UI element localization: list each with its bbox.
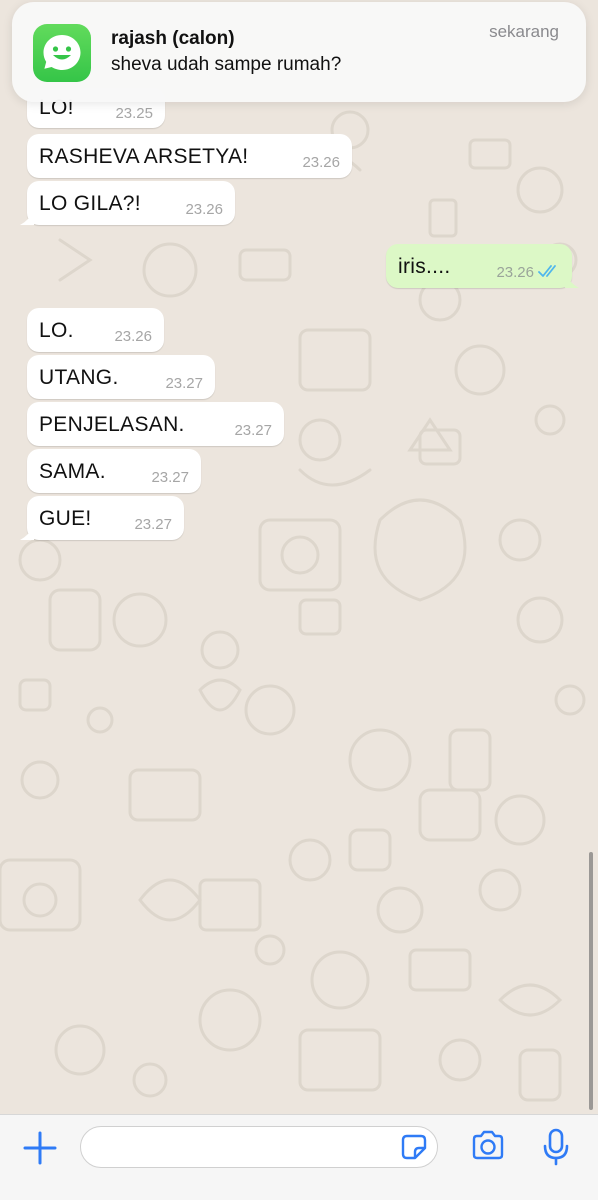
sticker-icon[interactable] — [401, 1134, 427, 1160]
double-check-read-icon — [538, 265, 556, 277]
message-time: 23.26 — [114, 328, 152, 345]
bubble-tail — [20, 211, 34, 225]
message-bubble-incoming[interactable]: GUE! 23.27 — [20, 496, 184, 540]
push-notification[interactable]: rajash (calon) sheva udah sampe rumah? s… — [12, 2, 586, 102]
message-text: PENJELASAN. — [39, 413, 185, 436]
message-text-field[interactable] — [80, 1126, 438, 1169]
message-text: LO GILA?! — [39, 192, 141, 215]
message-bubble-incoming[interactable]: LO. 23.26 — [27, 308, 164, 352]
notification-title: rajash (calon) — [111, 28, 235, 49]
camera-icon[interactable] — [470, 1129, 506, 1163]
message-time: 23.27 — [134, 516, 172, 533]
message-text: UTANG. — [39, 366, 119, 389]
message-bubble-incoming[interactable]: UTANG. 23.27 — [27, 355, 215, 399]
message-text: iris.... — [398, 255, 451, 278]
message-input[interactable] — [97, 1127, 391, 1169]
message-input-bar — [0, 1114, 598, 1200]
message-bubble-incoming[interactable]: LO GILA?! 23.26 — [20, 181, 235, 225]
message-bubble-outgoing[interactable]: iris.... 23.26 — [386, 244, 579, 288]
message-time: 23.26 — [496, 264, 534, 281]
message-time: 23.25 — [115, 105, 153, 122]
whatsapp-icon — [33, 24, 91, 82]
message-bubble-incoming[interactable]: RASHEVA ARSETYA! 23.26 — [27, 134, 352, 178]
message-time: 23.26 — [302, 154, 340, 171]
chat-scrollbar[interactable] — [589, 852, 593, 1110]
message-bubble-incoming[interactable]: PENJELASAN. 23.27 — [27, 402, 284, 446]
bubble-tail — [20, 526, 34, 540]
message-text: RASHEVA ARSETYA! — [39, 145, 249, 168]
message-time: 23.26 — [185, 201, 223, 218]
message-bubble-incoming[interactable]: SAMA. 23.27 — [27, 449, 201, 493]
notification-body: sheva udah sampe rumah? — [111, 54, 342, 75]
message-text: GUE! — [39, 507, 92, 530]
message-text: SAMA. — [39, 460, 106, 483]
notification-time: sekarang — [489, 22, 559, 41]
plus-icon[interactable] — [20, 1128, 60, 1168]
message-time: 23.27 — [151, 469, 189, 486]
microphone-icon[interactable] — [541, 1127, 571, 1167]
message-text: LO. — [39, 319, 74, 342]
message-time: 23.27 — [234, 422, 272, 439]
message-time: 23.27 — [165, 375, 203, 392]
bubble-tail — [565, 274, 579, 288]
